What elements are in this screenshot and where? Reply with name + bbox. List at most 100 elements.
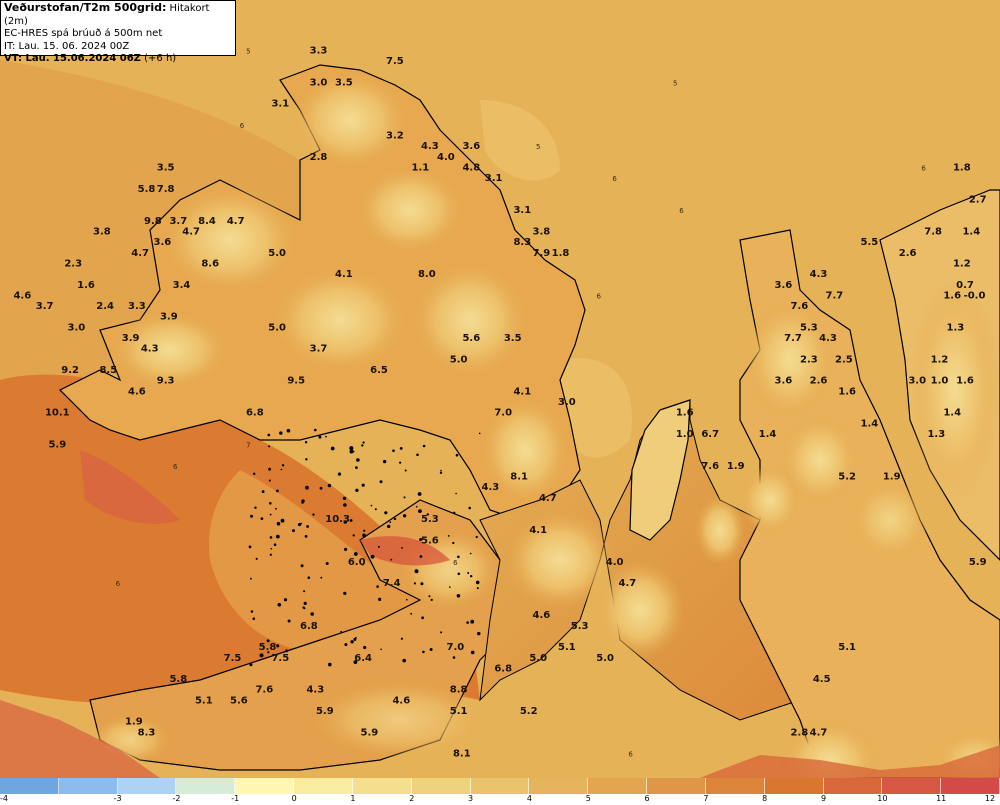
temperature-label: 5.9 [316,706,334,717]
island-dot [378,597,382,602]
island-dot [467,572,470,574]
island-dot [429,648,433,651]
island-dot [304,535,308,538]
island-dot [422,444,426,448]
temperature-label: 4.7 [810,727,828,738]
island-dot [393,517,397,521]
temperature-label: 3.9 [122,333,140,344]
legend-swatch [235,778,295,794]
temperature-map[interactable]: 56555666667666 3.37.53.03.53.13.24.33.62… [0,0,1000,778]
temperature-label: 1.6 [838,386,856,397]
temperature-label: 6.8 [494,663,512,674]
temperature-label: 2.3 [800,354,818,365]
island-dot [430,598,433,602]
temperature-label: 4.0 [606,557,624,568]
island-dot [314,428,317,432]
island-dot [273,543,277,546]
legend-swatch [882,778,942,794]
island-dot [470,619,475,624]
island-dot [260,517,264,520]
info-title-line: Veðurstofan/T2m 500grid: Hitakort (2m) [4,1,232,28]
temperature-label: 3.8 [533,227,551,238]
island-dot [277,603,282,607]
temperature-label: 4.5 [813,674,831,685]
legend-tick: -1 [231,794,240,803]
temperature-label: 5.3 [421,514,439,525]
island-dot [300,522,303,525]
temperature-label: 3.3 [310,45,328,56]
temperature-label: 7.7 [784,333,802,344]
island-dot [344,547,348,552]
island-dot [353,552,358,556]
island-dot [259,653,264,658]
island-dot [252,617,256,620]
island-dot [328,662,332,667]
legend-tick: 0 [291,794,297,803]
temperature-label: 2.6 [810,376,828,387]
island-dot [418,509,422,513]
temperature-label: 9.5 [287,376,305,387]
temperature-label: 5.3 [800,322,818,333]
temperature-label: 2.8 [310,152,328,163]
temperature-label: 2.6 [899,248,917,259]
legend-swatch [941,778,1000,794]
temperature-label: 5.1 [195,695,213,706]
legend-swatch [823,778,883,794]
island-dot [419,555,423,558]
temperature-label: 1.2 [931,354,949,365]
island-dot [250,514,254,518]
island-dot [415,506,418,508]
temperature-label: 6.7 [701,429,719,440]
temperature-label: 5.8 [169,674,187,685]
highland-5 [270,265,410,375]
temperature-label: 3.6 [775,376,793,387]
island-dot [374,508,377,511]
legend-swatch [176,778,236,794]
island-dot [342,496,347,500]
highland-15 [850,480,930,560]
island-dot [355,636,357,639]
temperature-label: 5.1 [838,642,856,653]
temperature-label: 7.7 [826,290,844,301]
legend-swatch [0,778,59,794]
temperature-label: 2.8 [791,727,809,738]
legend-tick: 3 [468,794,474,803]
temperature-label: 4.6 [128,386,146,397]
island-dot [413,582,416,585]
island-dot [269,536,273,539]
temperature-label: 3.9 [160,312,178,323]
temperature-label: 3.7 [36,301,54,312]
temperature-label: 2.4 [96,301,114,312]
island-dot [327,483,332,488]
island-dot [403,496,406,499]
island-dot [303,601,307,606]
island-dot [280,468,283,471]
temperature-label: 6.5 [370,365,388,376]
island-dot [400,637,403,640]
island-dot [261,490,265,493]
island-dot [439,471,443,474]
title-main: Veðurstofan/T2m 500grid: [4,1,167,14]
island-dot [457,555,460,559]
legend-swatch [58,778,118,794]
island-dot [363,645,367,650]
island-dot [269,553,272,556]
legend-swatch [470,778,530,794]
valid-time: VT: Lau. 15.06.2024 06Z [4,53,141,64]
temperature-label: 3.3 [128,301,146,312]
island-dot [390,558,393,561]
temperature-label: 5.5 [861,237,879,248]
island-dot [392,449,395,453]
island-dot [303,590,306,593]
island-dot [384,511,388,515]
island-dot [312,513,315,516]
island-dot [440,469,442,472]
island-dot [268,467,271,471]
island-dot [292,529,295,533]
island-dot [377,545,380,548]
temperature-label: 3.7 [310,344,328,355]
highland-3 [160,185,300,295]
island-dot [362,534,366,538]
island-dot [301,501,304,504]
temperature-label: 1.6 [77,280,95,291]
